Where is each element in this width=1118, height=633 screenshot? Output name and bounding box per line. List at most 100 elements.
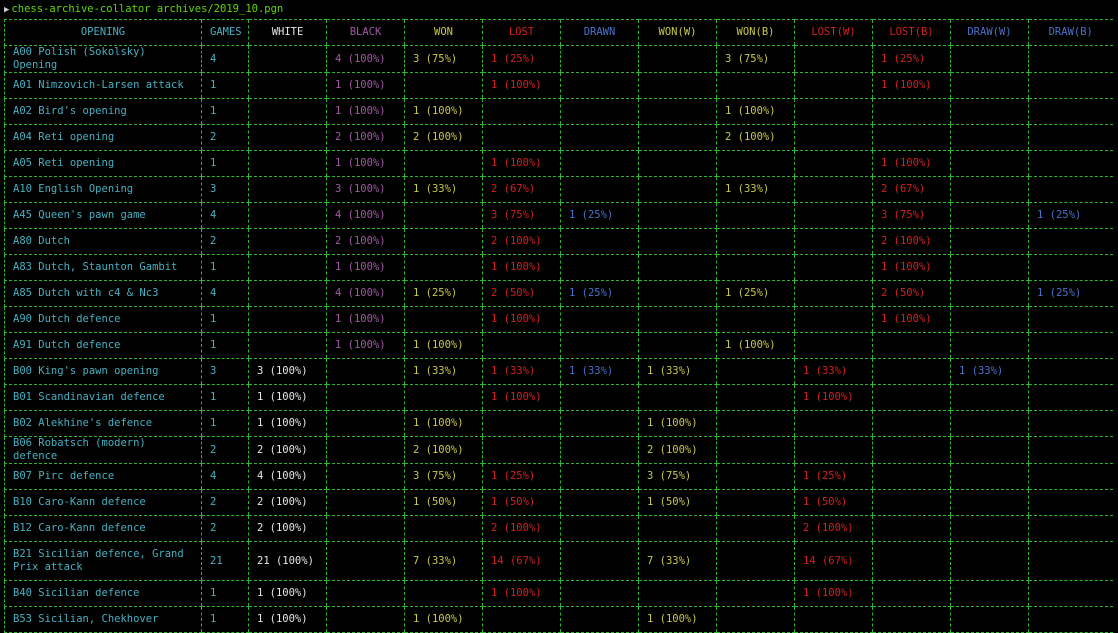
cell-draw-b [1028,176,1113,203]
cell-white: 21 (100%) [248,541,327,581]
cell-opening: B40 Sicilian defence [4,580,202,607]
cell-lost-w [794,254,873,281]
cell-draw-w [950,176,1029,203]
cell-won: 1 (100%) [404,332,483,359]
cell-draw-b [1028,332,1113,359]
cell-opening: A05 Reti opening [4,150,202,177]
cell-lost-b [872,358,951,385]
cell-lost: 1 (100%) [482,580,561,607]
cell-lost-w: 2 (100%) [794,515,873,542]
cell-draw-w [950,332,1029,359]
cell-won-w: 2 (100%) [638,436,717,464]
column-header-black: BLACK [326,19,405,46]
cell-won-b [716,254,795,281]
cell-lost-b: 3 (75%) [872,202,951,229]
cell-lost-b [872,580,951,607]
cell-black: 1 (100%) [326,306,405,333]
cell-draw-w: 1 (33%) [950,358,1029,385]
cell-draw-b [1028,580,1113,607]
cell-won [404,580,483,607]
cell-draw-w [950,45,1029,73]
table-row: A05 Reti opening 1 1 (100%) 1 (100%) 1 (100%… [4,150,1113,177]
cell-black: 1 (100%) [326,98,405,125]
terminal-prompt: ▶ chess-archive-collator archives/2019_10… [4,2,283,16]
table-row: B53 Sicilian, Chekhover 1 1 (100%) 1 (100%)… [4,606,1113,633]
cell-lost-b: 1 (100%) [872,306,951,333]
cell-won-w: 1 (50%) [638,489,717,516]
cell-drawn [560,606,639,633]
cell-white: 1 (100%) [248,606,327,633]
openings-table: OPENING GAMES WHITE BLACK WON LOST DRAWN WON(W)… [4,19,1113,633]
cell-draw-w [950,98,1029,125]
table-row: A10 English Opening 3 3 (100%) 1 (33%) 2 (67… [4,176,1113,203]
cell-draw-b [1028,228,1113,255]
cell-won-b [716,580,795,607]
cell-won [404,150,483,177]
table-row: B00 King's pawn opening 3 3 (100%) 1 (33%) 1… [4,358,1113,385]
cell-drawn [560,72,639,99]
cell-won-b [716,489,795,516]
cell-won: 2 (100%) [404,124,483,151]
cell-won-w [638,306,717,333]
cell-lost: 1 (100%) [482,306,561,333]
cell-draw-w [950,410,1029,437]
cell-drawn [560,580,639,607]
cell-lost-w [794,176,873,203]
cell-lost-b [872,489,951,516]
cell-draw-w [950,580,1029,607]
cell-lost [482,98,561,125]
cell-opening: B07 Pirc defence [4,463,202,490]
cell-lost: 1 (25%) [482,463,561,490]
cell-draw-b [1028,45,1113,73]
column-header-lost-w: LOST(W) [794,19,873,46]
cell-draw-w [950,280,1029,307]
table-row: B02 Alekhine's defence 1 1 (100%) 1 (100%) 1… [4,410,1113,437]
table-row: A85 Dutch with c4 & Nc3 4 4 (100%) 1 (25%) 2… [4,280,1113,307]
cell-lost-w [794,410,873,437]
cell-lost-w [794,436,873,464]
cell-black: 4 (100%) [326,45,405,73]
cell-won-w [638,202,717,229]
cell-white: 2 (100%) [248,489,327,516]
cell-won-b: 1 (100%) [716,332,795,359]
cell-black: 2 (100%) [326,228,405,255]
cell-lost: 1 (100%) [482,384,561,411]
cell-games: 2 [201,515,249,542]
cell-opening: A00 Polish (Sokolsky) Opening [4,45,202,73]
cell-draw-w [950,124,1029,151]
cell-drawn: 1 (25%) [560,280,639,307]
cell-won: 1 (50%) [404,489,483,516]
cell-lost-b [872,410,951,437]
cell-lost-b [872,515,951,542]
cell-white [248,254,327,281]
cell-draw-b [1028,384,1113,411]
cell-won-b [716,228,795,255]
cell-won-b [716,515,795,542]
cell-games: 4 [201,463,249,490]
cell-draw-b [1028,358,1113,385]
cell-won-b: 2 (100%) [716,124,795,151]
cell-drawn [560,332,639,359]
cell-white: 3 (100%) [248,358,327,385]
cell-games: 4 [201,45,249,73]
cell-lost-w: 1 (100%) [794,384,873,411]
cell-draw-b [1028,489,1113,516]
cell-lost-w [794,72,873,99]
cell-black [326,515,405,542]
cell-lost-w [794,124,873,151]
column-header-draw-b: DRAW(B) [1028,19,1113,46]
table-row: A04 Reti opening 2 2 (100%) 2 (100%) 2 (100%… [4,124,1113,151]
cell-won-b [716,150,795,177]
cell-lost-b: 1 (100%) [872,150,951,177]
cell-white: 4 (100%) [248,463,327,490]
cell-opening: B12 Caro-Kann defence [4,515,202,542]
table-row: A83 Dutch, Staunton Gambit 1 1 (100%) 1 (10… [4,254,1113,281]
column-header-lost-b: LOST(B) [872,19,951,46]
cell-white [248,72,327,99]
cell-games: 1 [201,150,249,177]
cell-draw-b [1028,410,1113,437]
cell-lost-w: 1 (50%) [794,489,873,516]
cell-lost [482,606,561,633]
cell-drawn [560,463,639,490]
table-row: A90 Dutch defence 1 1 (100%) 1 (100%) 1 (100… [4,306,1113,333]
